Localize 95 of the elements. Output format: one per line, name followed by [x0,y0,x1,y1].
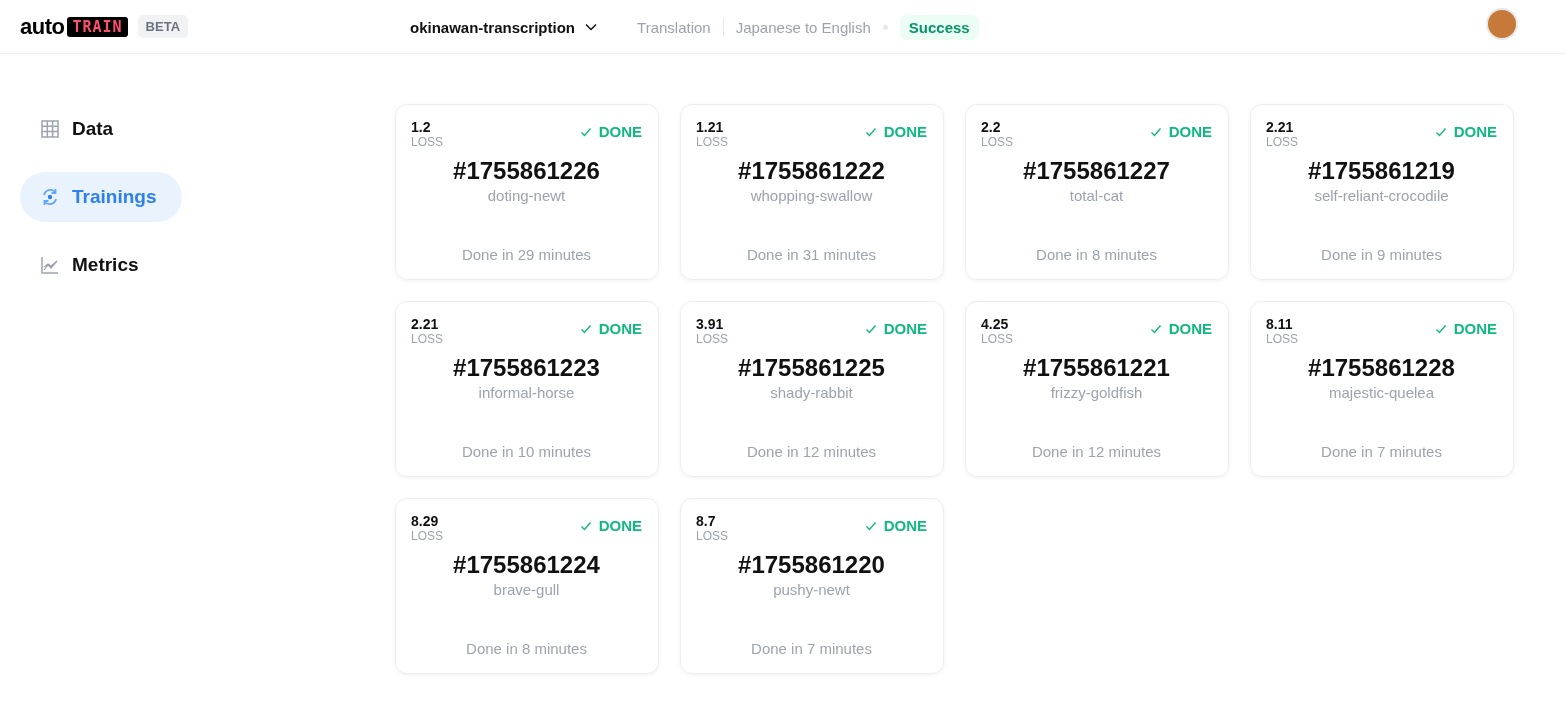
loss-label: LOSS [981,332,1013,346]
status-label: DONE [1453,123,1497,140]
table-icon [40,119,60,139]
training-id: #1755861223 [452,354,601,382]
status-badge: Success [899,14,979,40]
check-icon [1434,125,1447,138]
training-duration: Done in 10 minutes [460,443,593,460]
loss-value: 1.2 [411,119,432,135]
beta-badge: BETA [137,15,189,38]
loss-value: 3.91 [696,316,725,332]
status-label: DONE [598,517,642,534]
training-duration: Done in 9 minutes [1320,246,1443,263]
logo-wordmark: auto [20,13,65,40]
training-duration: Done in 7 minutes [750,640,873,657]
training-card[interactable]: 8.29 LOSS DONE #1755861224 brave-gull Done in 8 minutes [395,498,659,674]
loss-value: 8.29 [411,513,440,529]
loss-label: LOSS [1266,135,1298,149]
training-card[interactable]: 1.21 LOSS DONE #1755861222 whopping-swallow Done in 31 minutes [680,104,944,280]
training-id: #1755861222 [737,157,886,185]
separator-dot [882,24,888,30]
loss-label: LOSS [696,332,728,346]
training-card[interactable]: 2.2 LOSS DONE #1755861227 total-cat Done in 8 minutes [965,104,1229,280]
training-card[interactable]: 8.11 LOSS DONE #1755861228 majestic-quelea Done in 7 minutes [1250,301,1514,477]
loss-label: LOSS [411,529,443,543]
status-label: DONE [598,123,642,140]
loss-value: 2.2 [981,119,1002,135]
training-duration: Done in 31 minutes [745,246,878,263]
training-id: #1755861226 [452,157,601,185]
training-id: #1755861220 [737,551,886,579]
check-icon [864,519,877,532]
training-name: pushy-newt [772,581,851,598]
status-label: DONE [883,320,927,337]
loss-label: LOSS [411,332,443,346]
training-id: #1755861221 [1022,354,1171,382]
status-label: DONE [1168,123,1212,140]
training-name: self-reliant-crocodile [1313,187,1450,204]
check-icon [579,519,592,532]
loss-value: 8.11 [1266,316,1294,332]
sidebar-item[interactable]: Data [20,104,182,154]
training-duration: Done in 8 minutes [1035,246,1158,263]
training-card[interactable]: 2.21 LOSS DONE #1755861223 informal-horse Done in 10 minutes [395,301,659,477]
loss-value: 2.21 [411,316,440,332]
language-pair: Japanese to English [735,18,871,36]
training-card[interactable]: 2.21 LOSS DONE #1755861219 self-reliant-crocodile Done in 9 minutes [1250,104,1514,280]
check-icon [1149,322,1162,335]
training-name: majestic-quelea [1327,384,1436,401]
training-duration: Done in 7 minutes [1320,443,1443,460]
status-label: DONE [1453,320,1497,337]
training-id: #1755861224 [452,551,601,579]
training-card[interactable]: 4.25 LOSS DONE #1755861221 frizzy-goldfish Done in 12 minutes [965,301,1229,477]
loss-label: LOSS [981,135,1013,149]
training-card[interactable]: 8.7 LOSS DONE #1755861220 pushy-newt Done in 7 minutes [680,498,944,674]
status-label: DONE [883,517,927,534]
training-duration: Done in 12 minutes [745,443,878,460]
check-icon [864,322,877,335]
loss-value: 2.21 [1266,119,1295,135]
logo-badge: TRAIN [67,16,128,37]
training-card[interactable]: 1.2 LOSS DONE #1755861226 doting-newt Done in 29 minutes [395,104,659,280]
training-duration: Done in 12 minutes [1030,443,1163,460]
check-icon [1434,322,1447,335]
check-icon [1149,125,1162,138]
training-name: informal-horse [477,384,576,401]
training-name: brave-gull [492,581,561,598]
refresh-icon [40,187,60,207]
status-label: DONE [883,123,927,140]
training-name: doting-newt [486,187,567,204]
chevron-down-icon [585,23,598,31]
training-id: #1755861227 [1022,157,1171,185]
sidebar-item[interactable]: Metrics [20,240,182,290]
user-avatar[interactable] [1486,8,1518,40]
loss-label: LOSS [411,135,443,149]
training-id: #1755861228 [1307,354,1456,382]
loss-value: 4.25 [981,316,1010,332]
loss-value: 8.7 [696,513,717,529]
loss-label: LOSS [696,135,728,149]
training-id: #1755861225 [737,354,886,382]
task-type: Translation [637,18,711,36]
project-dropdown[interactable]: okinawan-transcription [410,18,598,36]
loss-value: 1.21 [696,119,725,135]
training-id: #1755861219 [1307,157,1456,185]
loss-label: LOSS [696,529,728,543]
status-label: DONE [598,320,642,337]
training-name: total-cat [1068,187,1125,204]
training-name: shady-rabbit [769,384,854,401]
training-name: whopping-swallow [749,187,874,204]
loss-label: LOSS [1266,332,1298,346]
check-icon [864,125,877,138]
status-label: DONE [1168,320,1212,337]
check-icon [579,125,592,138]
line-chart-icon [40,255,60,275]
training-duration: Done in 8 minutes [465,640,588,657]
training-card[interactable]: 3.91 LOSS DONE #1755861225 shady-rabbit Done in 12 minutes [680,301,944,477]
training-name: frizzy-goldfish [1049,384,1144,401]
check-icon [579,322,592,335]
training-duration: Done in 29 minutes [460,246,593,263]
